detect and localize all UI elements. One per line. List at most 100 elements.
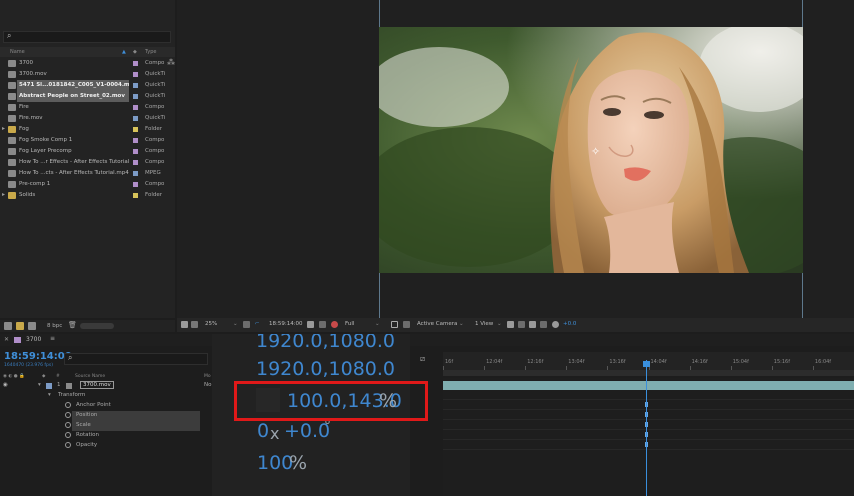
layer-row[interactable]: ◉ ▾ 1 3700.mov No xyxy=(0,381,212,391)
mode-column[interactable]: Mo xyxy=(204,374,211,379)
label-swatch[interactable] xyxy=(133,116,138,121)
viewer-toolbar: 25% ⌄ ⌐ 18:59:14:00 Full ⌄ Active Camera… xyxy=(177,318,854,332)
region-of-interest-icon[interactable] xyxy=(391,321,398,328)
timeline-search-input[interactable]: ⌕ xyxy=(64,353,208,365)
reset-exposure-icon[interactable] xyxy=(552,321,559,328)
interpret-footage-icon[interactable] xyxy=(4,322,12,330)
viewer-timecode[interactable]: 18:59:14:00 xyxy=(269,321,303,327)
resolution-dropdown[interactable]: Full xyxy=(345,321,354,327)
project-item[interactable]: 5471 Sl...0181842_C005_V1-0004.mov QuickT… xyxy=(0,80,175,91)
always-preview-icon[interactable] xyxy=(181,321,188,328)
type-column-header[interactable]: Type xyxy=(145,49,156,55)
property-row[interactable]: Opacity xyxy=(0,441,212,451)
twirl-open-icon[interactable]: ▾ xyxy=(38,382,41,388)
label-swatch[interactable] xyxy=(133,171,138,176)
label-swatch[interactable] xyxy=(133,94,138,99)
project-item-type: QuickTi xyxy=(145,93,166,99)
layer-name[interactable]: 3700.mov xyxy=(80,381,114,389)
video-frame[interactable]: ✧ xyxy=(379,27,803,273)
stopwatch-icon[interactable] xyxy=(65,412,71,418)
property-row[interactable]: Anchor Point xyxy=(0,401,212,411)
bpc-button[interactable]: 8 bpc xyxy=(47,323,62,329)
opacity-value[interactable]: 100 xyxy=(257,452,293,474)
timeline-icon[interactable] xyxy=(529,321,536,328)
label-swatch[interactable] xyxy=(133,138,138,143)
property-row[interactable]: Scale xyxy=(0,421,212,431)
exposure-value[interactable]: +0.0 xyxy=(563,321,576,327)
transform-group-row[interactable]: ▾ Transform xyxy=(0,391,212,401)
flowchart-icon[interactable]: ⁂ xyxy=(167,58,175,67)
layer-label-swatch[interactable] xyxy=(46,383,52,389)
project-item[interactable]: Fire Compo xyxy=(0,102,175,113)
label-swatch[interactable] xyxy=(133,127,138,132)
project-item[interactable]: ▸ Solids Folder xyxy=(0,190,175,201)
color-channels-icon[interactable] xyxy=(331,321,338,328)
timeline-tab-label[interactable]: 3700 xyxy=(26,336,41,343)
property-row[interactable]: Position xyxy=(0,411,212,421)
project-item[interactable]: How To ...cts - After Effects Tutorial.m… xyxy=(0,168,175,179)
menu-icon[interactable]: ≡ xyxy=(50,335,55,342)
name-column-header[interactable]: Name xyxy=(10,49,25,55)
stopwatch-icon[interactable] xyxy=(65,442,71,448)
project-item-name: 3700 xyxy=(19,60,33,66)
project-item[interactable]: 3700.mov QuickTi xyxy=(0,69,175,80)
flowchart-view-icon[interactable] xyxy=(540,321,547,328)
new-folder-icon[interactable] xyxy=(16,322,24,330)
video-eye-icon[interactable]: ◉ xyxy=(3,382,8,388)
source-name-column[interactable]: Source Name xyxy=(75,374,105,379)
camera-dropdown[interactable]: Active Camera xyxy=(417,321,457,327)
project-item-type: Folder xyxy=(145,126,162,132)
layer-mode[interactable]: No xyxy=(204,382,211,388)
project-item[interactable]: How To ...r Effects - After Effects Tuto… xyxy=(0,157,175,168)
playhead-line[interactable] xyxy=(646,360,647,496)
comp-markers-icon[interactable]: ⧄ xyxy=(420,354,432,364)
view-layout-dropdown[interactable]: 1 View xyxy=(475,321,493,327)
fast-previews-icon[interactable] xyxy=(518,321,525,328)
twirl-icon[interactable]: ▸ xyxy=(2,125,5,132)
label-swatch[interactable] xyxy=(133,105,138,110)
ruler-tick-label: 14:04f xyxy=(650,359,667,365)
close-tab-icon[interactable]: ✕ xyxy=(4,336,9,343)
rotation-x-label: x xyxy=(270,424,280,443)
property-row[interactable]: Rotation xyxy=(0,431,212,441)
timeline-current-time[interactable]: 18:59:14:00 xyxy=(4,351,72,362)
project-item[interactable]: Abstract People on Street_02.mov QuickTi xyxy=(0,91,175,102)
project-item[interactable]: Pre-comp 1 Compo xyxy=(0,179,175,190)
trash-icon[interactable]: 🗑 xyxy=(68,321,77,329)
project-item[interactable]: 3700 Compo xyxy=(0,58,175,69)
anchor-point-value[interactable]: 1920.0,1080.0 xyxy=(256,334,395,352)
project-item[interactable]: Fog Smoke Comp 1 Compo xyxy=(0,135,175,146)
label-swatch[interactable] xyxy=(133,83,138,88)
footage-icon xyxy=(8,71,16,78)
scale-highlight-box xyxy=(234,381,428,421)
stopwatch-icon[interactable] xyxy=(65,422,71,428)
project-item[interactable]: Fire.mov QuickTi xyxy=(0,113,175,124)
playhead-handle[interactable] xyxy=(643,361,650,367)
layer-duration-bar[interactable] xyxy=(443,381,854,390)
label-swatch[interactable] xyxy=(133,72,138,77)
grid-icon[interactable] xyxy=(243,321,250,328)
label-swatch[interactable] xyxy=(133,182,138,187)
stopwatch-icon[interactable] xyxy=(65,402,71,408)
project-search-input[interactable]: ⌕ xyxy=(3,31,171,43)
project-item[interactable]: ▸ Fog Folder xyxy=(0,124,175,135)
label-swatch[interactable] xyxy=(133,160,138,165)
twirl-open-icon[interactable]: ▾ xyxy=(48,392,51,398)
project-item[interactable]: Fog Layer Precomp Compo xyxy=(0,146,175,157)
snapshot-icon[interactable] xyxy=(307,321,314,328)
magnification-dropdown[interactable]: 25% xyxy=(205,321,217,327)
stopwatch-icon[interactable] xyxy=(65,432,71,438)
toggle-pixel-aspect-icon[interactable] xyxy=(507,321,514,328)
label-swatch[interactable] xyxy=(133,61,138,66)
transparency-grid-icon[interactable] xyxy=(403,321,410,328)
new-composition-icon[interactable] xyxy=(28,322,36,330)
mask-view-icon[interactable] xyxy=(191,321,198,328)
show-snapshot-icon[interactable] xyxy=(319,321,326,328)
rotation-turns-value[interactable]: 0 xyxy=(257,420,269,442)
thumbnail-scrubber[interactable] xyxy=(80,323,114,329)
work-area-bar[interactable] xyxy=(443,370,854,376)
position-value[interactable]: 1920.0,1080.0 xyxy=(256,358,395,380)
twirl-icon[interactable]: ▸ xyxy=(2,191,5,198)
label-swatch[interactable] xyxy=(133,149,138,154)
label-swatch[interactable] xyxy=(133,193,138,198)
